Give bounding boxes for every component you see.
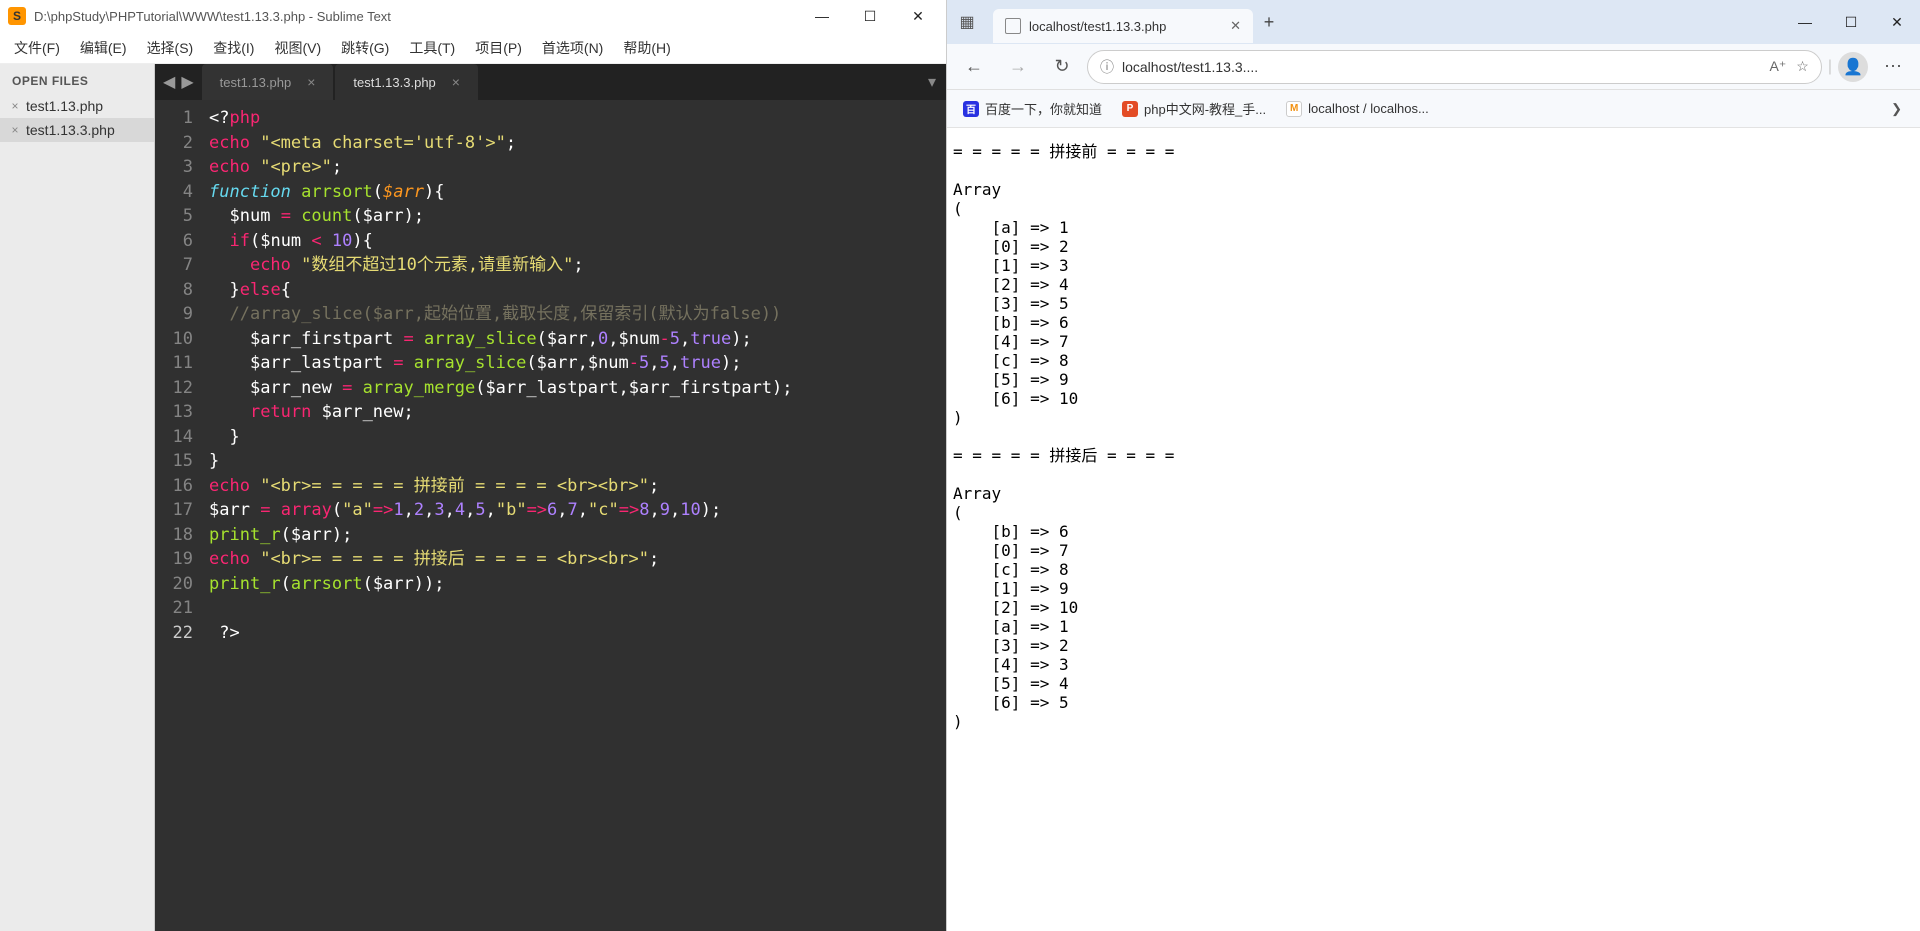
pma-icon: M	[1286, 101, 1302, 117]
sublime-window-buttons: — ☐ ✕	[810, 8, 938, 25]
sublime-body: OPEN FILES × test1.13.php × test1.13.3.p…	[0, 64, 946, 931]
code-editor[interactable]: 12345678910111213141516171819202122 <?ph…	[155, 100, 946, 931]
sidebar-file-0[interactable]: × test1.13.php	[0, 94, 154, 118]
forward-button[interactable]: →	[999, 49, 1037, 85]
sidebar-file-label: test1.13.php	[26, 98, 103, 114]
browser-tab-title: localhost/test1.13.3.php	[1029, 19, 1166, 34]
maximize-button[interactable]: ☐	[858, 8, 882, 25]
close-icon[interactable]: ×	[452, 74, 460, 90]
sublime-app-icon: S	[8, 7, 26, 25]
address-actions: A⁺ ☆	[1770, 58, 1809, 75]
menu-find[interactable]: 查找(I)	[203, 34, 264, 62]
browser-viewport[interactable]: = = = = = 拼接前 = = = = Array ( [a] => 1 […	[947, 128, 1920, 931]
sidebar-file-1[interactable]: × test1.13.3.php	[0, 118, 154, 142]
page-icon	[1005, 18, 1021, 34]
editor-tab-label: test1.13.3.php	[353, 75, 435, 90]
sidebar-file-label: test1.13.3.php	[26, 122, 115, 138]
divider: |	[1828, 58, 1832, 76]
baidu-icon: 百	[963, 101, 979, 117]
menu-goto[interactable]: 跳转(G)	[331, 34, 399, 62]
new-tab-button[interactable]: +	[1253, 12, 1285, 33]
bookmarks-bar: 百 百度一下，你就知道 P php中文网-教程_手... M localhost…	[947, 90, 1920, 128]
favorite-icon[interactable]: ☆	[1796, 58, 1809, 75]
close-icon[interactable]: ×	[307, 74, 315, 90]
sublime-main: ◀ ▶ test1.13.php × test1.13.3.php × ▾ 12…	[155, 64, 946, 931]
close-button[interactable]: ✕	[1874, 0, 1920, 44]
code-content[interactable]: <?php echo "<meta charset='utf-8'>"; ech…	[203, 100, 946, 931]
sublime-menubar: 文件(F) 编辑(E) 选择(S) 查找(I) 视图(V) 跳转(G) 工具(T…	[0, 32, 946, 64]
tab-overflow[interactable]: ▾	[480, 64, 946, 100]
bookmark-php[interactable]: P php中文网-教程_手...	[1114, 95, 1274, 122]
bookmark-baidu[interactable]: 百 百度一下，你就知道	[955, 95, 1110, 122]
tab-nav-arrows: ◀ ▶	[155, 64, 202, 100]
sublime-titlebar: S D:\phpStudy\PHPTutorial\WWW\test1.13.3…	[0, 0, 946, 32]
info-icon[interactable]: ⓘ	[1100, 57, 1114, 77]
refresh-button[interactable]: ↻	[1043, 49, 1081, 85]
close-button[interactable]: ✕	[906, 8, 930, 25]
menu-edit[interactable]: 编辑(E)	[70, 34, 137, 62]
bookmark-label: 百度一下，你就知道	[985, 99, 1102, 118]
menu-project[interactable]: 项目(P)	[465, 34, 532, 62]
maximize-button[interactable]: ☐	[1828, 0, 1874, 44]
bookmark-label: localhost / localhos...	[1308, 101, 1429, 116]
browser-titlebar: ▦ localhost/test1.13.3.php ✕ + — ☐ ✕	[947, 0, 1920, 44]
tab-next-icon[interactable]: ▶	[181, 72, 193, 92]
line-gutter: 12345678910111213141516171819202122	[155, 100, 203, 931]
browser-tab[interactable]: localhost/test1.13.3.php ✕	[993, 9, 1253, 43]
menu-view[interactable]: 视图(V)	[264, 34, 331, 62]
profile-button[interactable]: 👤	[1838, 52, 1868, 82]
menu-button[interactable]: ⋯	[1874, 49, 1912, 85]
editor-tab-1[interactable]: test1.13.3.php ×	[335, 64, 478, 100]
editor-tab-label: test1.13.php	[220, 75, 292, 90]
address-text: localhost/test1.13.3....	[1122, 59, 1762, 75]
minimize-button[interactable]: —	[810, 8, 834, 25]
bookmarks-overflow[interactable]: ❯	[1881, 97, 1912, 121]
browser-toolbar: ← → ↻ ⓘ localhost/test1.13.3.... A⁺ ☆ | …	[947, 44, 1920, 90]
back-button[interactable]: ←	[955, 49, 993, 85]
menu-prefs[interactable]: 首选项(N)	[532, 34, 613, 62]
menu-tools[interactable]: 工具(T)	[399, 34, 465, 62]
minimize-button[interactable]: —	[1782, 0, 1828, 44]
menu-help[interactable]: 帮助(H)	[613, 34, 680, 62]
php-icon: P	[1122, 101, 1138, 117]
sublime-sidebar: OPEN FILES × test1.13.php × test1.13.3.p…	[0, 64, 155, 931]
browser-window-buttons: — ☐ ✕	[1782, 0, 1920, 44]
sublime-title-text: D:\phpStudy\PHPTutorial\WWW\test1.13.3.p…	[34, 9, 810, 24]
sublime-tabbar: ◀ ▶ test1.13.php × test1.13.3.php × ▾	[155, 64, 946, 100]
close-icon[interactable]: ×	[8, 123, 22, 137]
sublime-window: S D:\phpStudy\PHPTutorial\WWW\test1.13.3…	[0, 0, 947, 931]
read-aloud-icon[interactable]: A⁺	[1770, 58, 1787, 75]
address-bar[interactable]: ⓘ localhost/test1.13.3.... A⁺ ☆	[1087, 50, 1822, 84]
menu-file[interactable]: 文件(F)	[4, 34, 70, 62]
browser-window: ▦ localhost/test1.13.3.php ✕ + — ☐ ✕ ← →…	[947, 0, 1920, 931]
tab-actions-icon[interactable]: ▦	[947, 0, 987, 44]
menu-select[interactable]: 选择(S)	[137, 34, 204, 62]
open-files-header: OPEN FILES	[0, 64, 154, 94]
bookmark-pma[interactable]: M localhost / localhos...	[1278, 97, 1437, 121]
close-icon[interactable]: ✕	[1230, 18, 1241, 34]
close-icon[interactable]: ×	[8, 99, 22, 113]
browser-tabstrip: localhost/test1.13.3.php ✕ +	[987, 0, 1782, 44]
bookmark-label: php中文网-教程_手...	[1144, 99, 1266, 118]
editor-tab-0[interactable]: test1.13.php ×	[202, 64, 334, 100]
tab-prev-icon[interactable]: ◀	[163, 72, 175, 92]
